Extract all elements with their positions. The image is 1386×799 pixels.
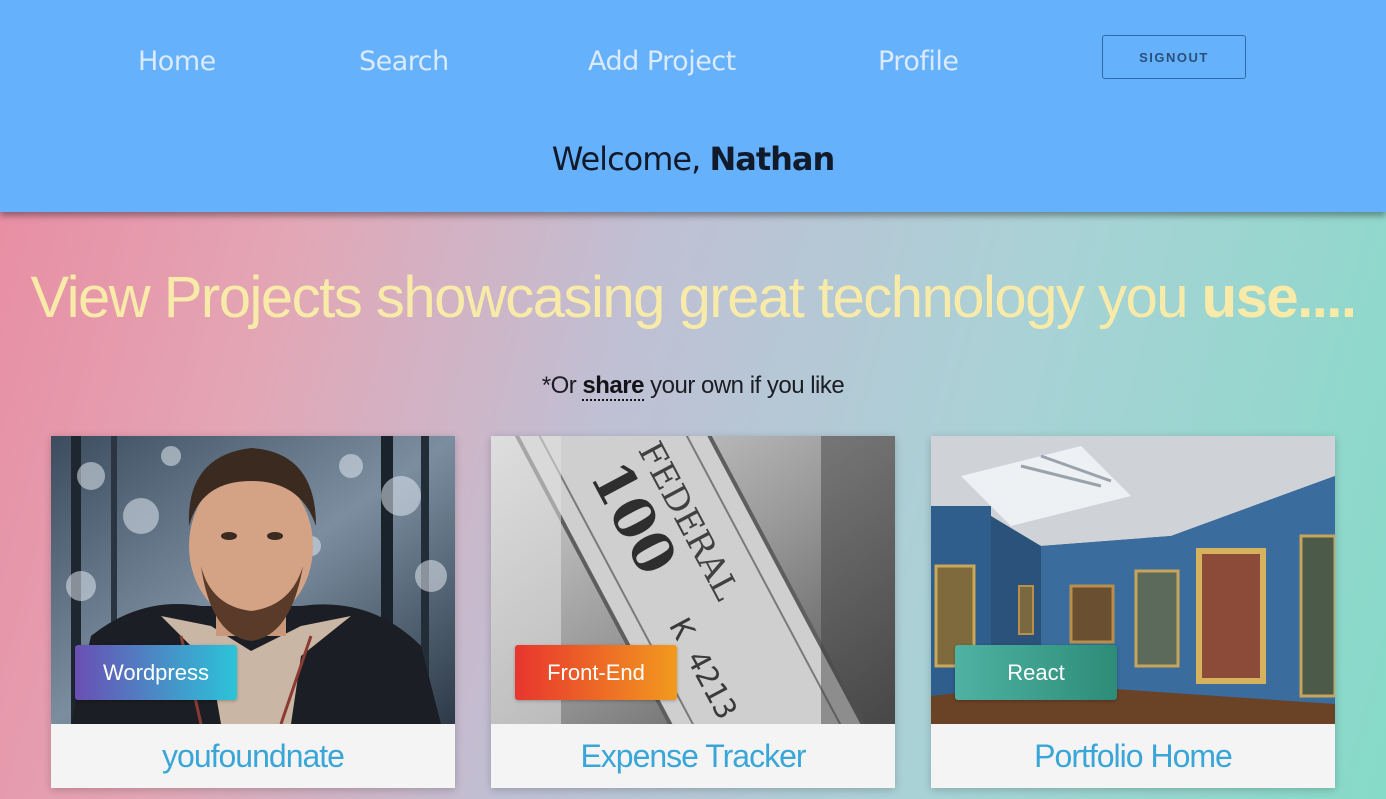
top-header: Home Search Add Project Profile SIGNOUT … [0,0,1386,212]
nav-add-project-link[interactable]: Add Project [588,46,736,77]
welcome-user-name: Nathan [709,140,835,178]
subtitle-prefix: *Or [541,372,583,399]
tech-badge-wordpress: Wordpress [75,645,237,700]
hero-title: View Projects showcasing great technolog… [0,264,1386,331]
subtitle-suffix: your own if you like [643,372,845,399]
nav-profile-link[interactable]: Profile [878,46,959,77]
project-title-portfolio-home[interactable]: Portfolio Home [931,724,1335,788]
nav-home-link[interactable]: Home [138,46,216,77]
project-card-portfolio-home[interactable]: React Portfolio Home [931,436,1335,788]
project-card-expense-tracker[interactable]: FEDERAL 100 K 4213 Front-End Expense Tra… [491,436,895,788]
hero-title-bold: use.... [1201,265,1357,330]
welcome-prefix: Welcome, [551,140,710,178]
project-card-youfoundnate[interactable]: Wordpress youfoundnate [51,436,455,788]
tech-badge-front-end: Front-End [515,645,677,700]
project-title-expense-tracker[interactable]: Expense Tracker [491,724,895,788]
project-image-gallery: React [931,436,1335,724]
hero-title-regular: View Projects showcasing great technolog… [30,265,1202,330]
hero-subtitle: *Or share your own if you like [0,372,1386,401]
nav-search-link[interactable]: Search [359,46,449,77]
project-title-youfoundnate[interactable]: youfoundnate [51,724,455,788]
signout-button[interactable]: SIGNOUT [1102,35,1246,79]
welcome-message: Welcome, Nathan [0,140,1386,178]
project-image-banknote: FEDERAL 100 K 4213 Front-End [491,436,895,724]
tech-badge-react: React [955,645,1117,700]
project-image-portrait: Wordpress [51,436,455,724]
share-link[interactable]: share [582,372,644,401]
